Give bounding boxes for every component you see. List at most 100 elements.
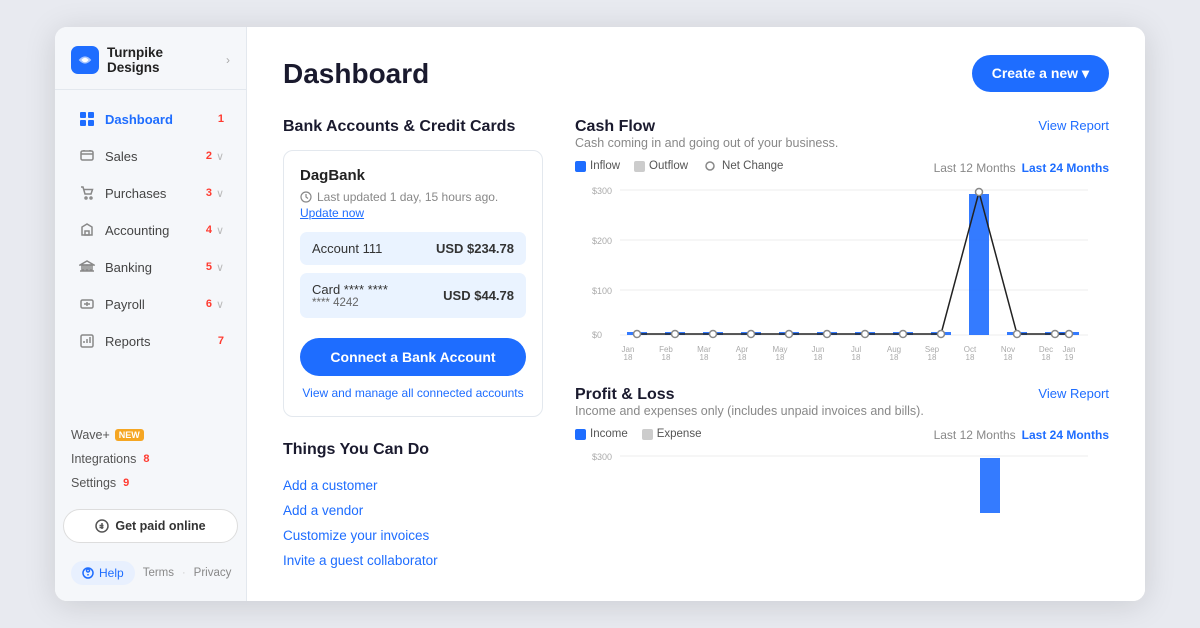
sidebar-item-payroll[interactable]: Payroll 6 ∨ — [63, 286, 238, 322]
bank-section-title: Bank Accounts & Credit Cards — [283, 118, 543, 136]
page-title: Dashboard — [283, 58, 429, 90]
bank-accounts-section: Bank Accounts & Credit Cards DagBank Las… — [283, 118, 543, 417]
account-label-2: Card **** **** **** 4242 — [312, 282, 388, 309]
sidebar-extras: Wave+ NEW Integrations 8 Settings 9 — [55, 413, 246, 499]
create-new-button[interactable]: Create a new ▾ — [972, 55, 1109, 92]
sidebar-nav: Dashboard 1 Sales 2 ∨ Purchases 3 ∨ — [55, 90, 246, 413]
sidebar-item-label: Accounting — [105, 223, 203, 238]
expense-dot — [642, 429, 653, 440]
invite-collaborator-link[interactable]: Invite a guest collaborator — [283, 548, 543, 573]
connect-bank-button[interactable]: Connect a Bank Account — [300, 338, 526, 376]
svg-text:18: 18 — [624, 353, 633, 360]
banking-icon — [77, 257, 97, 277]
bank-name: DagBank — [300, 167, 526, 184]
footer-separator: · — [182, 567, 186, 579]
brand-logo — [71, 46, 99, 74]
pl-header: Profit & Loss Income and expenses only (… — [575, 386, 1109, 426]
cashflow-chart: $300 $200 $100 $0 — [575, 180, 1109, 360]
income-dot — [575, 429, 586, 440]
nav-num-accounting: 4 — [206, 224, 212, 236]
new-badge: NEW — [115, 429, 144, 441]
nav-num-sales: 2 — [206, 150, 212, 162]
income-legend: Income — [575, 428, 628, 440]
sidebar-item-dashboard[interactable]: Dashboard 1 — [63, 101, 238, 137]
nav-num-payroll: 6 — [206, 298, 212, 310]
svg-text:18: 18 — [928, 353, 937, 360]
get-paid-label: Get paid online — [115, 519, 205, 533]
content-columns: Bank Accounts & Credit Cards DagBank Las… — [283, 118, 1109, 573]
help-button[interactable]: Help — [71, 561, 135, 585]
get-paid-button[interactable]: Get paid online — [63, 509, 238, 543]
cashflow-legend: Inflow Outflow Net Change — [575, 160, 783, 172]
svg-text:18: 18 — [776, 353, 785, 360]
sidebar-item-sales[interactable]: Sales 2 ∨ — [63, 138, 238, 174]
pl-period-12-tab[interactable]: Last 12 Months — [934, 428, 1016, 442]
sidebar-item-integrations[interactable]: Integrations 8 — [71, 447, 230, 471]
main-header: Dashboard Create a new ▾ — [283, 55, 1109, 92]
nav-num-purchases: 3 — [206, 187, 212, 199]
account-row-2: Card **** **** **** 4242 USD $44.78 — [300, 273, 526, 318]
view-accounts-link[interactable]: View and manage all connected accounts — [300, 386, 526, 400]
right-column: Cash Flow Cash coming in and going out o… — [575, 118, 1109, 573]
bank-card: DagBank Last updated 1 day, 15 hours ago… — [283, 150, 543, 417]
sidebar-bottom: Get paid online — [55, 499, 246, 553]
reports-icon — [77, 331, 97, 351]
sidebar-item-label: Reports — [105, 334, 215, 349]
add-vendor-link[interactable]: Add a vendor — [283, 498, 543, 523]
svg-text:18: 18 — [1004, 353, 1013, 360]
wave-plus-item[interactable]: Wave+ NEW — [71, 423, 230, 447]
svg-text:$300: $300 — [592, 452, 612, 462]
sidebar-item-settings[interactable]: Settings 9 — [71, 471, 230, 495]
brand-name: Turnpike Designs — [107, 45, 218, 75]
chevron-down-icon: ∨ — [216, 261, 224, 274]
chevron-down-icon: ∨ — [216, 298, 224, 311]
cashflow-title: Cash Flow — [575, 118, 838, 136]
profit-loss-section: Profit & Loss Income and expenses only (… — [575, 386, 1109, 528]
brand-area[interactable]: Turnpike Designs › — [55, 27, 246, 90]
sidebar-item-purchases[interactable]: Purchases 3 ∨ — [63, 175, 238, 211]
update-link[interactable]: Update now — [300, 206, 526, 220]
nav-num-reports: 7 — [218, 335, 224, 347]
things-section: Things You Can Do Add a customer Add a v… — [283, 441, 543, 573]
sidebar-item-label: Sales — [105, 149, 203, 164]
main-content: Dashboard Create a new ▾ Bank Accounts &… — [247, 27, 1145, 601]
nav-num-integrations: 8 — [143, 453, 149, 465]
help-label: Help — [99, 566, 124, 580]
pl-chart: $300 — [575, 448, 1109, 528]
sidebar-item-accounting[interactable]: Accounting 4 ∨ — [63, 212, 238, 248]
account-row-1: Account 111 USD $234.78 — [300, 232, 526, 265]
dashboard-icon — [77, 109, 97, 129]
sidebar-item-banking[interactable]: Banking 5 ∨ — [63, 249, 238, 285]
outflow-legend: Outflow — [634, 160, 688, 172]
sidebar-item-label: Banking — [105, 260, 203, 275]
pl-period-tabs: Last 12 Months Last 24 Months — [934, 428, 1109, 442]
customize-invoices-link[interactable]: Customize your invoices — [283, 523, 543, 548]
sidebar-footer: Help Terms · Privacy — [55, 553, 246, 585]
outflow-dot — [634, 161, 645, 172]
add-customer-link[interactable]: Add a customer — [283, 473, 543, 498]
pl-view-report-link[interactable]: View Report — [1038, 386, 1109, 401]
account-amount-1: USD $234.78 — [436, 241, 514, 256]
period-24-tab[interactable]: Last 24 Months — [1022, 161, 1109, 175]
cashflow-chart-svg: $300 $200 $100 $0 — [575, 180, 1109, 360]
svg-text:19: 19 — [1065, 353, 1074, 360]
svg-text:18: 18 — [662, 353, 671, 360]
things-title: Things You Can Do — [283, 441, 543, 459]
pl-title: Profit & Loss — [575, 386, 924, 404]
cashflow-view-report-link[interactable]: View Report — [1038, 118, 1109, 133]
svg-text:18: 18 — [890, 353, 899, 360]
privacy-link[interactable]: Privacy — [194, 567, 232, 579]
period-12-tab[interactable]: Last 12 Months — [934, 161, 1016, 175]
terms-link[interactable]: Terms — [143, 567, 174, 579]
pl-subtitle: Income and expenses only (includes unpai… — [575, 404, 924, 418]
left-column: Bank Accounts & Credit Cards DagBank Las… — [283, 118, 543, 573]
inflow-legend: Inflow — [575, 160, 620, 172]
pl-period-24-tab[interactable]: Last 24 Months — [1022, 428, 1109, 442]
svg-text:$200: $200 — [592, 236, 612, 246]
sidebar-item-reports[interactable]: Reports 7 — [63, 323, 238, 359]
svg-text:$300: $300 — [592, 186, 612, 196]
pl-legend: Income Expense — [575, 428, 701, 440]
accounting-icon — [77, 220, 97, 240]
svg-text:18: 18 — [966, 353, 975, 360]
brand-chevron-icon: › — [226, 53, 230, 67]
